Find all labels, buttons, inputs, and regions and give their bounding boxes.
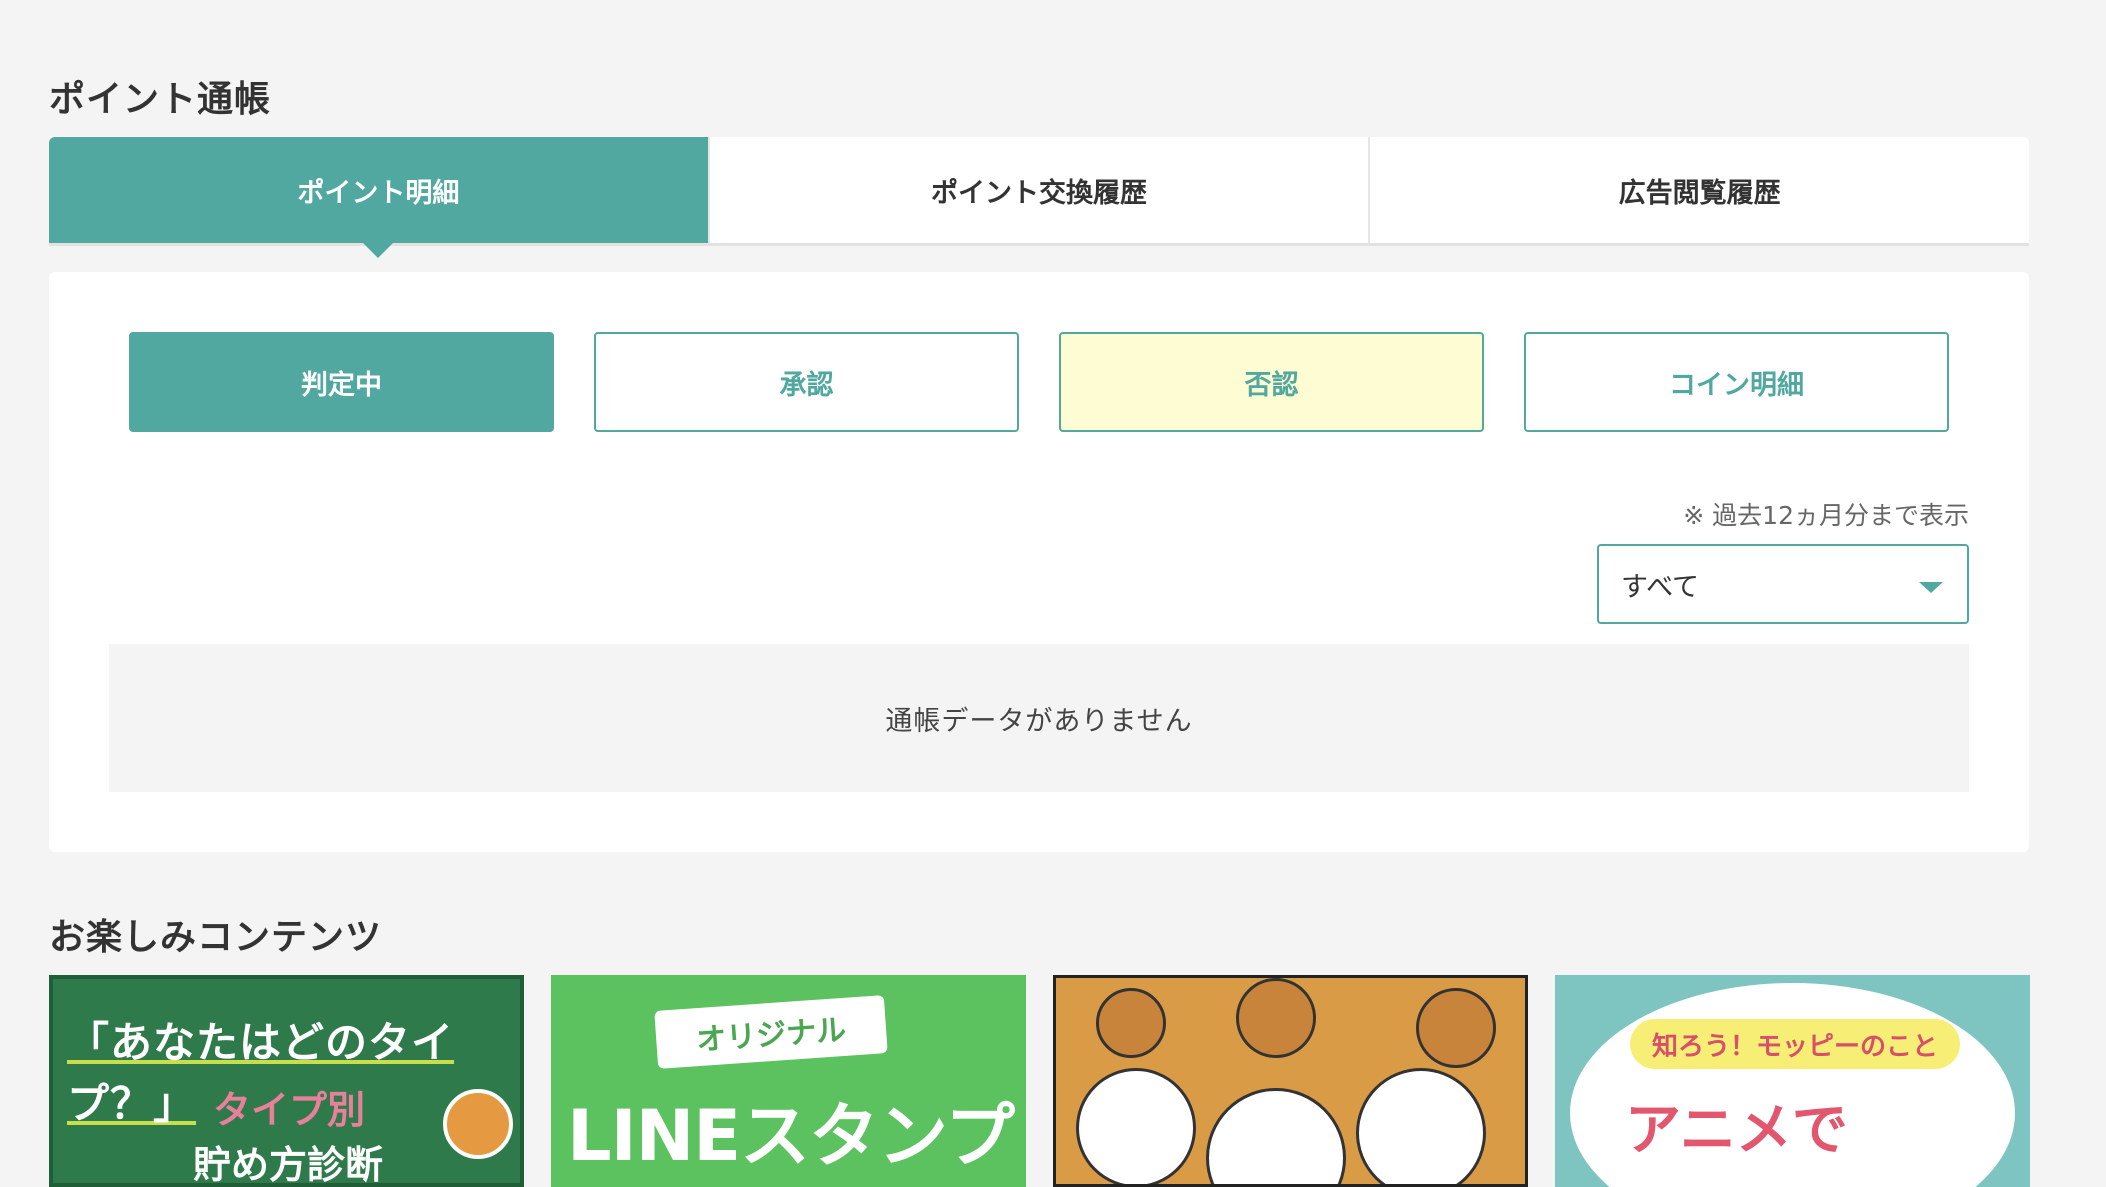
period-note: ※ 過去12ヵ月分まで表示: [1683, 501, 1969, 530]
fun-contents-banners: 「あなたはどのタイプ？」 タイプ別 貯め方診断 オリジナル LINEスタンプ 知…: [49, 975, 2030, 1187]
chipmunk-mascot-icon: [443, 1089, 513, 1159]
banner-savings-type-diagnosis[interactable]: 「あなたはどのタイプ？」 タイプ別 貯め方診断: [49, 975, 524, 1187]
banner-2-ribbon: オリジナル: [654, 995, 888, 1069]
banner-4-tag: 知ろう！モッピーのこと: [1630, 1019, 1960, 1069]
banner-mascot-crowd[interactable]: [1053, 975, 1528, 1187]
tab-ad-view-history[interactable]: 広告閲覧履歴: [1368, 137, 2029, 243]
status-filters: 判定中 承認 否認 コイン明細: [129, 332, 1949, 432]
banner-4-title: アニメで: [1625, 1098, 1848, 1163]
mascot-face-icon: [1076, 1068, 1196, 1184]
filter-rejected-button[interactable]: 否認: [1059, 332, 1484, 432]
mascot-ear-icon: [1236, 978, 1316, 1058]
empty-state: 通帳データがありません: [109, 644, 1969, 792]
filter-approved-button[interactable]: 承認: [594, 332, 1019, 432]
main-tabs: ポイント明細 ポイント交換履歴 広告閲覧履歴: [49, 137, 2029, 258]
tab-point-details[interactable]: ポイント明細: [49, 137, 708, 258]
passbook-card: 判定中 承認 否認 コイン明細 ※ 過去12ヵ月分まで表示 すべて 通帳データが…: [49, 272, 2029, 852]
chevron-down-icon: [1919, 582, 1943, 593]
banner-line-stamp[interactable]: オリジナル LINEスタンプ: [551, 975, 1026, 1187]
banner-1-title: 貯め方診断: [193, 1143, 384, 1187]
mascot-face-icon: [1206, 1088, 1346, 1184]
mascot-face-icon: [1356, 1068, 1486, 1184]
banner-1-subtitle: タイプ別: [213, 1088, 366, 1132]
banner-moppy-anime[interactable]: 知ろう！モッピーのこと アニメで: [1555, 975, 2030, 1187]
tab-point-exchange-history[interactable]: ポイント交換履歴: [707, 137, 1369, 243]
page: ポイント通帳 ポイント明細 ポイント交換履歴 広告閲覧履歴 判定中 承認 否認 …: [0, 0, 2106, 1187]
page-title: ポイント通帳: [49, 79, 272, 120]
filter-pending-button[interactable]: 判定中: [129, 332, 554, 432]
fun-contents-title: お楽しみコンテンツ: [49, 917, 383, 958]
period-select-value: すべて: [1621, 571, 1700, 603]
period-select[interactable]: すべて: [1597, 544, 1969, 624]
mascot-ear-icon: [1416, 988, 1496, 1068]
filter-coin-details-button[interactable]: コイン明細: [1524, 332, 1949, 432]
mascot-ear-icon: [1096, 988, 1166, 1058]
empty-message: 通帳データがありません: [885, 705, 1193, 737]
banner-2-title: LINEスタンプ: [567, 1095, 1015, 1177]
